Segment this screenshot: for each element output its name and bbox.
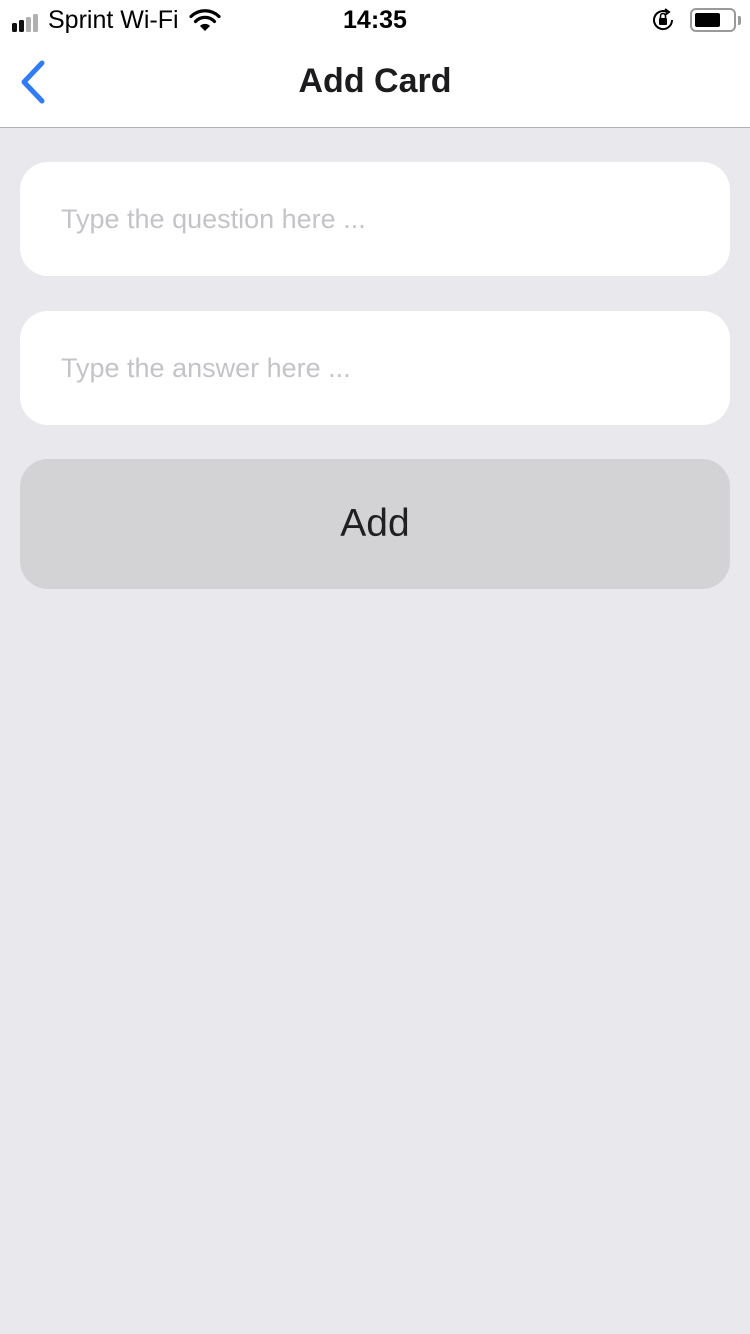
- status-bar: Sprint Wi-Fi 14:35: [0, 0, 750, 40]
- status-bar-right: [650, 7, 741, 33]
- answer-input[interactable]: [20, 311, 730, 425]
- question-field[interactable]: [20, 162, 730, 276]
- answer-field[interactable]: [20, 311, 730, 425]
- battery-icon: [690, 8, 741, 32]
- status-time: 14:35: [343, 6, 407, 34]
- page-title: Add Card: [298, 62, 452, 100]
- orientation-lock-icon: [653, 8, 674, 31]
- question-input[interactable]: [20, 162, 730, 276]
- add-button[interactable]: Add: [20, 459, 730, 589]
- navigation-bar: Add Card: [0, 40, 750, 128]
